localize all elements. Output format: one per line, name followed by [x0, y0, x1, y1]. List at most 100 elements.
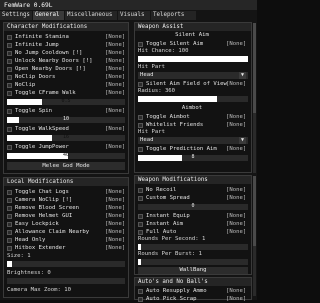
checkbox[interactable]	[138, 288, 143, 294]
prediction-slider[interactable]: 8	[138, 154, 248, 161]
keybind[interactable]: [None]	[105, 65, 125, 73]
keybind[interactable]: [None]	[226, 80, 246, 88]
checkbox[interactable]	[138, 195, 143, 201]
wallbang-button[interactable]: WallBang	[138, 267, 248, 274]
checkbox[interactable]	[7, 82, 12, 88]
toggle-instant-aim[interactable]: Instant Aim [None]	[138, 220, 250, 228]
keybind[interactable]: [None]	[105, 57, 125, 65]
rounds-per-second-slider[interactable]	[138, 244, 248, 250]
walkspeed-slider[interactable]: 16	[7, 134, 125, 141]
checkbox[interactable]	[7, 144, 12, 150]
checkbox[interactable]	[7, 245, 12, 251]
tab-general[interactable]: General	[33, 11, 64, 20]
toggle-silent-aim-fov[interactable]: Silent Aim Field of View [None]	[138, 80, 250, 88]
checkbox[interactable]	[7, 58, 12, 64]
toggle-no-jump-cooldown[interactable]: No Jump Cooldown [!] [None]	[7, 49, 127, 57]
checkbox[interactable]	[138, 296, 143, 302]
keybind[interactable]: [None]	[105, 107, 125, 115]
keybind[interactable]: [None]	[105, 188, 125, 196]
checkbox[interactable]	[7, 126, 12, 132]
checkbox[interactable]	[138, 122, 143, 128]
hit-chance-slider[interactable]	[138, 56, 248, 62]
lower-right-scrollbar[interactable]	[253, 176, 256, 296]
keybind[interactable]: [None]	[105, 220, 125, 228]
toggle-unlock-nearby-doors[interactable]: Unlock Nearby Doors [!] [None]	[7, 57, 127, 65]
keybind[interactable]: [None]	[226, 287, 246, 295]
checkbox[interactable]	[7, 74, 12, 80]
toggle-noclip-doors[interactable]: NoClip Doors [None]	[7, 73, 127, 81]
checkbox[interactable]	[138, 229, 143, 235]
radius-slider[interactable]	[138, 96, 248, 102]
toggle-silent-aim[interactable]: Toggle Silent Aim [None]	[138, 40, 250, 48]
keybind[interactable]: [None]	[105, 41, 125, 49]
keybind[interactable]: [None]	[226, 295, 246, 303]
keybind[interactable]: [None]	[105, 33, 125, 41]
size-slider[interactable]	[7, 261, 125, 267]
toggle-jumppower[interactable]: Toggle JumpPower [None]	[7, 143, 127, 151]
toggle-camera-noclip[interactable]: Camera NoClip [!] [None]	[7, 196, 127, 204]
checkbox[interactable]	[7, 34, 12, 40]
checkbox[interactable]	[7, 197, 12, 203]
tab-visuals[interactable]: Visuals	[118, 11, 150, 20]
toggle-whitelist-friends[interactable]: Whitelist Friends [None]	[138, 121, 250, 129]
toggle-chat-logs[interactable]: Toggle Chat Logs [None]	[7, 188, 127, 196]
keybind[interactable]: [None]	[105, 196, 125, 204]
toggle-auto-resupply-ammo[interactable]: Auto Resupply Ammo [None]	[138, 287, 250, 295]
toggle-cframe-walk[interactable]: Toggle CFrame Walk [None]	[7, 89, 127, 97]
melee-god-mode-button[interactable]: Melee God Mode	[7, 162, 125, 170]
keybind[interactable]: [None]	[105, 228, 125, 236]
toggle-prediction-aim[interactable]: Toggle Prediction Aim [None]	[138, 145, 250, 153]
keybind[interactable]: [None]	[105, 204, 125, 212]
keybind[interactable]: [None]	[226, 121, 246, 129]
keybind[interactable]: [None]	[105, 244, 125, 252]
keybind[interactable]: [None]	[105, 89, 125, 97]
brightness-slider[interactable]	[7, 278, 125, 284]
keybind[interactable]: [None]	[226, 228, 246, 236]
keybind[interactable]: [None]	[105, 125, 125, 133]
toggle-infinite-jump[interactable]: Infinite Jump [None]	[7, 41, 127, 49]
checkbox[interactable]	[138, 221, 143, 227]
toggle-noclip[interactable]: NoClip [None]	[7, 81, 127, 89]
tab-settings[interactable]: Settings	[0, 11, 32, 20]
keybind[interactable]: [None]	[226, 212, 246, 220]
tab-miscellaneous[interactable]: Miscellaneous	[65, 11, 117, 20]
keybind[interactable]: [None]	[226, 113, 246, 121]
cframe-speed-slider[interactable]: 0.5	[7, 98, 125, 105]
toggle-no-recoil[interactable]: No Recoil [None]	[138, 186, 250, 194]
checkbox[interactable]	[7, 229, 12, 235]
tab-teleports[interactable]: Teleports	[151, 11, 196, 20]
toggle-full-auto[interactable]: Full Auto [None]	[138, 228, 250, 236]
toggle-remove-blood-screen[interactable]: Remove Blood Screen [None]	[7, 204, 127, 212]
spin-speed-slider[interactable]: 10	[7, 116, 125, 123]
checkbox[interactable]	[138, 213, 143, 219]
keybind[interactable]: [None]	[105, 49, 125, 57]
title-bar[interactable]: FemWare 0.69L	[0, 0, 257, 10]
toggle-infinite-stamina[interactable]: Infinite Stamina [None]	[7, 33, 127, 41]
keybind[interactable]: [None]	[226, 186, 246, 194]
checkbox[interactable]	[7, 221, 12, 227]
toggle-remove-helmet-gui[interactable]: Remove Helmet GUI [None]	[7, 212, 127, 220]
checkbox[interactable]	[138, 114, 143, 120]
rounds-per-burst-slider[interactable]	[138, 259, 248, 265]
keybind[interactable]: [None]	[226, 194, 246, 202]
jumppower-slider[interactable]: 40	[7, 152, 125, 159]
checkbox[interactable]	[138, 81, 143, 87]
scrollbar-thumb[interactable]	[253, 176, 256, 246]
toggle-allowance-claim-nearby[interactable]: Allowance Claim Nearby [None]	[7, 228, 127, 236]
toggle-instant-equip[interactable]: Instant Equip [None]	[138, 212, 250, 220]
checkbox[interactable]	[138, 146, 143, 152]
checkbox[interactable]	[7, 205, 12, 211]
keybind[interactable]: [None]	[226, 145, 246, 153]
aimbot-hit-part-dropdown[interactable]: Head ▼	[138, 137, 248, 144]
toggle-head-only[interactable]: Head Only [None]	[7, 236, 127, 244]
toggle-auto-pick-scrap[interactable]: Auto Pick Scrap [None]	[138, 295, 250, 303]
spread-slider[interactable]: 0	[138, 203, 248, 210]
scrollbar-thumb[interactable]	[253, 23, 256, 113]
checkbox[interactable]	[7, 189, 12, 195]
toggle-hitbox-extender[interactable]: Hitbox Extender [None]	[7, 244, 127, 252]
checkbox[interactable]	[7, 237, 12, 243]
keybind[interactable]: [None]	[105, 212, 125, 220]
checkbox[interactable]	[7, 90, 12, 96]
checkbox[interactable]	[138, 187, 143, 193]
toggle-spin[interactable]: Toggle Spin [None]	[7, 107, 127, 115]
